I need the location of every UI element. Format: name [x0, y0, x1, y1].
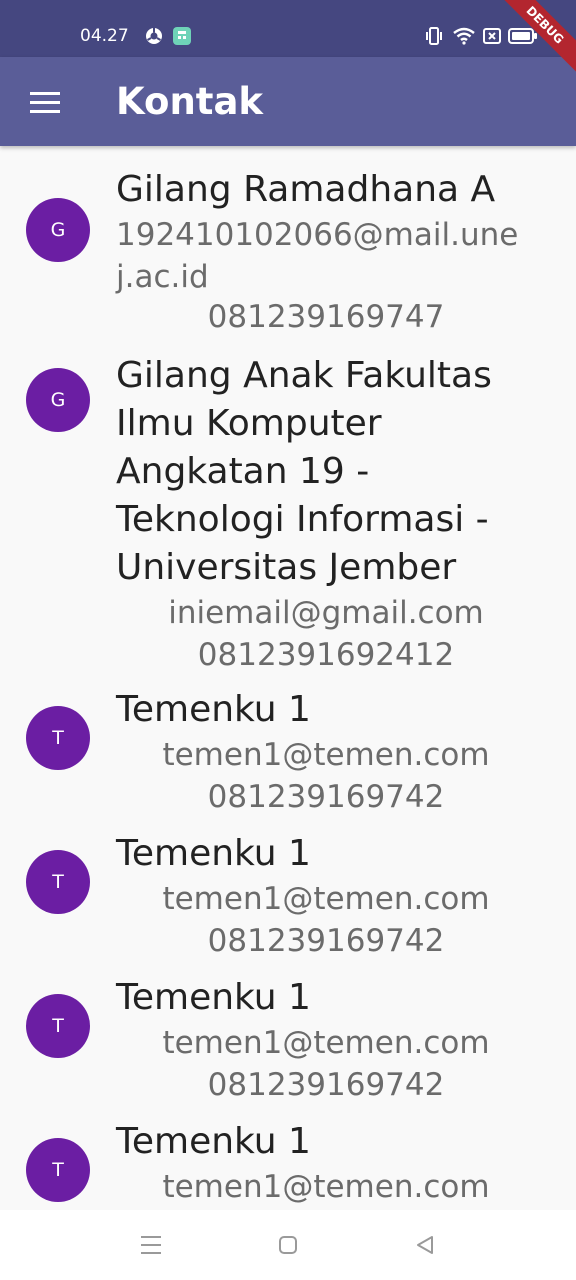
app-bar: Kontak [0, 57, 576, 146]
avatar: G [26, 198, 90, 262]
avatar: T [26, 706, 90, 770]
status-time: 04.27 [80, 26, 129, 46]
contact-list[interactable]: G Gilang Ramadhana A 192410102066@mail.u… [0, 146, 576, 1210]
menu-icon[interactable] [30, 92, 60, 114]
nav-home-icon[interactable] [278, 1235, 298, 1255]
vibrate-icon [426, 27, 442, 45]
contact-phone: 081239169742 [207, 1067, 445, 1103]
contact-name: Temenku 1 [116, 689, 311, 730]
avatar: G [26, 368, 90, 432]
contact-email: iniemail@gmail.com [168, 595, 484, 631]
contact-phone: 081239169747 [207, 299, 445, 335]
browser-icon [146, 28, 162, 44]
avatar: T [26, 850, 90, 914]
wifi-icon [453, 27, 475, 45]
navigation-bar [0, 1210, 576, 1280]
nav-recents-icon[interactable] [140, 1235, 162, 1255]
contact-email: 192410102066@mail.unej.ac.id [116, 217, 519, 295]
contact-email: temen1@temen.com [162, 1169, 490, 1205]
sim-icon [483, 28, 501, 44]
contact-email: temen1@temen.com [162, 881, 490, 917]
nav-back-icon[interactable] [414, 1235, 436, 1255]
page-title: Kontak [116, 80, 264, 123]
contact-name: Gilang Ramadhana A [116, 169, 496, 210]
contact-name: Temenku 1 [116, 833, 311, 874]
avatar: T [26, 994, 90, 1058]
calculator-icon [173, 27, 191, 45]
status-bar: 04.27 [0, 0, 576, 57]
contact-name: Temenku 1 [116, 1121, 311, 1162]
contact-phone: 081239169742 [207, 923, 445, 959]
contact-email: temen1@temen.com [162, 737, 490, 773]
contact-email: temen1@temen.com [162, 1025, 490, 1061]
contact-phone: 0812391692412 [197, 637, 455, 673]
avatar: T [26, 1138, 90, 1202]
contact-name: Temenku 1 [116, 977, 311, 1018]
contact-phone: 081239169742 [207, 779, 445, 815]
contact-name: Gilang Anak Fakultas Ilmu Komputer Angka… [116, 355, 492, 588]
